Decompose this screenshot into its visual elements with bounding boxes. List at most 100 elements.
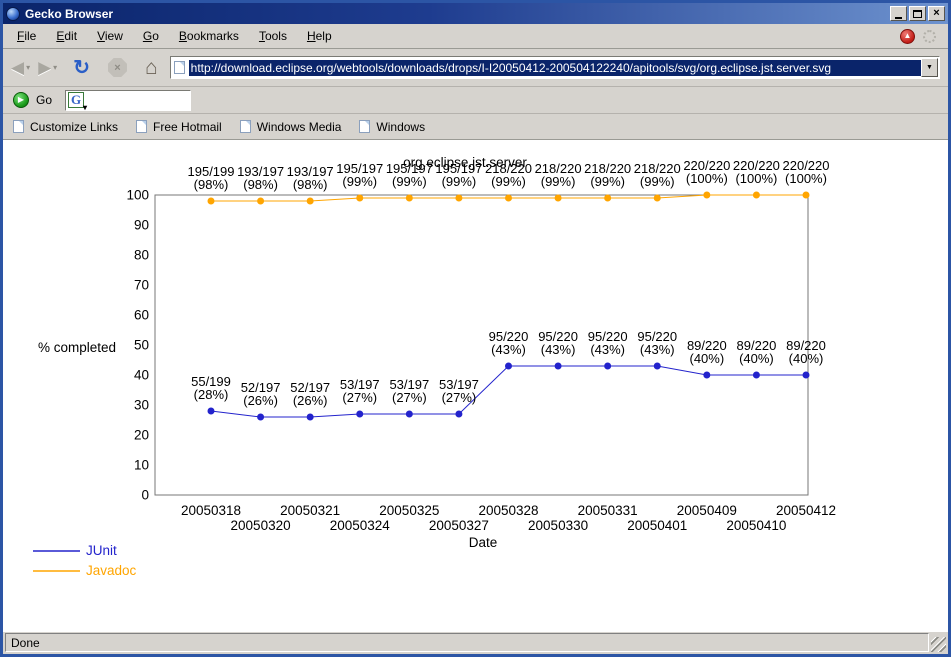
legend: JUnit Javadoc (33, 543, 137, 578)
bookmark-item-free-hotmail[interactable]: Free Hotmail (136, 120, 222, 134)
svg-text:(40%): (40%) (689, 351, 724, 366)
statusbar: Done (3, 631, 948, 654)
menu-item-view[interactable]: View (87, 25, 133, 47)
svg-text:(98%): (98%) (293, 177, 328, 192)
svg-text:(100%): (100%) (785, 171, 827, 186)
maximize-icon (913, 10, 922, 18)
google-g-icon[interactable]: G (68, 92, 84, 108)
home-button[interactable]: ⌂ (145, 57, 158, 78)
forward-dropdown[interactable]: ▾ (53, 63, 57, 72)
svg-text:(40%): (40%) (789, 351, 824, 366)
status-text: Done (5, 633, 929, 652)
svg-text:(27%): (27%) (442, 390, 477, 405)
svg-text:20050412: 20050412 (776, 503, 836, 518)
throbber-icon (923, 30, 936, 43)
bookmark-item-windows[interactable]: Windows (359, 120, 425, 134)
svg-text:(98%): (98%) (243, 177, 278, 192)
close-icon: × (933, 8, 939, 19)
svg-text:90: 90 (134, 218, 149, 233)
menu-item-edit[interactable]: Edit (46, 25, 87, 47)
bookmark-item-customize-links[interactable]: Customize Links (13, 120, 118, 134)
bookmark-item-windows-media[interactable]: Windows Media (240, 120, 342, 134)
forward-button[interactable]: ▶ (38, 59, 51, 76)
svg-text:80: 80 (134, 248, 149, 263)
close-button[interactable]: × (928, 6, 945, 21)
bookmarks-toolbar: Customize Links Free Hotmail Windows Media… (3, 114, 948, 140)
page-icon (174, 61, 185, 74)
minimize-icon (895, 17, 902, 19)
resize-grip[interactable] (931, 637, 946, 652)
url-dropdown-button[interactable]: ▼ (921, 58, 938, 77)
svg-text:20050324: 20050324 (330, 518, 391, 533)
stop-octagon-icon: × (114, 62, 120, 74)
y-axis-label: % completed (38, 340, 116, 355)
svg-text:(27%): (27%) (392, 390, 427, 405)
red-alert-circle-icon[interactable]: ▲ (900, 29, 915, 44)
back-dropdown[interactable]: ▾ (26, 63, 30, 72)
menu-item-help[interactable]: Help (297, 25, 342, 47)
svg-text:(26%): (26%) (243, 393, 278, 408)
page-icon (359, 120, 370, 133)
menubar-right: ▲ (900, 29, 944, 44)
minimize-button[interactable] (890, 6, 907, 21)
play-circle-icon: ▶ (18, 96, 24, 104)
maximize-button[interactable] (909, 6, 926, 21)
menu-item-go[interactable]: Go (133, 25, 169, 47)
svg-text:20050328: 20050328 (478, 503, 538, 518)
svg-text:10: 10 (134, 458, 149, 473)
svg-text:(99%): (99%) (640, 174, 675, 189)
bookmark-label: Windows (376, 120, 425, 134)
svg-text:(43%): (43%) (590, 342, 625, 357)
svg-text:(40%): (40%) (739, 351, 774, 366)
svg-text:(99%): (99%) (442, 174, 477, 189)
url-input[interactable]: http://download.eclipse.org/webtools/dow… (189, 60, 921, 76)
page-content: org.eclipse.jst.server010203040506070809… (3, 140, 948, 631)
svg-text:100: 100 (126, 188, 149, 203)
menubar: FileEditViewGoBookmarksToolsHelp ▲ (3, 24, 948, 49)
svg-text:40: 40 (134, 368, 149, 383)
x-axis: 2005031820050320200503212005032420050325… (181, 503, 836, 550)
svg-text:JUnit: JUnit (86, 543, 117, 558)
x-axis-label: Date (469, 535, 498, 550)
arrow-left-icon: ◀ (11, 58, 24, 77)
bookmark-label: Free Hotmail (153, 120, 222, 134)
menu-item-tools[interactable]: Tools (249, 25, 297, 47)
globe-icon (6, 7, 20, 21)
menu-item-bookmarks[interactable]: Bookmarks (169, 25, 249, 47)
stop-button[interactable]: × (108, 58, 127, 77)
search-box[interactable]: G (65, 90, 191, 111)
svg-text:50: 50 (134, 338, 149, 353)
page-icon (240, 120, 251, 133)
svg-text:(43%): (43%) (541, 342, 576, 357)
reload-button[interactable]: ↻ (73, 58, 90, 78)
back-button[interactable]: ◀ (11, 59, 24, 76)
svg-text:20050331: 20050331 (578, 503, 638, 518)
chevron-down-icon: ▼ (926, 64, 933, 71)
svg-text:(99%): (99%) (590, 174, 625, 189)
search-input[interactable] (90, 93, 188, 107)
series-javadoc: 195/199(98%)193/197(98%)193/197(98%)195/… (188, 158, 830, 205)
svg-text:Javadoc: Javadoc (86, 563, 137, 578)
svg-text:20050410: 20050410 (726, 518, 786, 533)
svg-text:(26%): (26%) (293, 393, 328, 408)
navigation-toolbar: ◀ ▾ ▶ ▾ ↻ × ⌂ http://download.eclipse.or… (3, 49, 948, 87)
svg-text:20050318: 20050318 (181, 503, 241, 518)
svg-text:0: 0 (141, 488, 149, 503)
refresh-icon: ↻ (73, 57, 90, 79)
go-button[interactable]: ▶ (13, 92, 29, 108)
y-axis: 0102030405060708090100% completed (38, 188, 149, 503)
url-bar[interactable]: http://download.eclipse.org/webtools/dow… (170, 56, 940, 79)
alert-arrow-icon: ▲ (904, 32, 912, 40)
search-toolbar: ▶ Go G (3, 87, 948, 114)
menu-item-file[interactable]: File (7, 25, 46, 47)
svg-text:20050330: 20050330 (528, 518, 588, 533)
arrow-right-icon: ▶ (38, 58, 51, 77)
svg-text:(98%): (98%) (194, 177, 229, 192)
svg-text:20050321: 20050321 (280, 503, 340, 518)
titlebar[interactable]: Gecko Browser × (3, 3, 948, 24)
svg-text:20: 20 (134, 428, 149, 443)
series-junit: 55/199(28%)52/197(26%)52/197(26%)53/197(… (191, 329, 826, 421)
svg-text:(99%): (99%) (541, 174, 576, 189)
page-icon (13, 120, 24, 133)
svg-text:20050327: 20050327 (429, 518, 489, 533)
